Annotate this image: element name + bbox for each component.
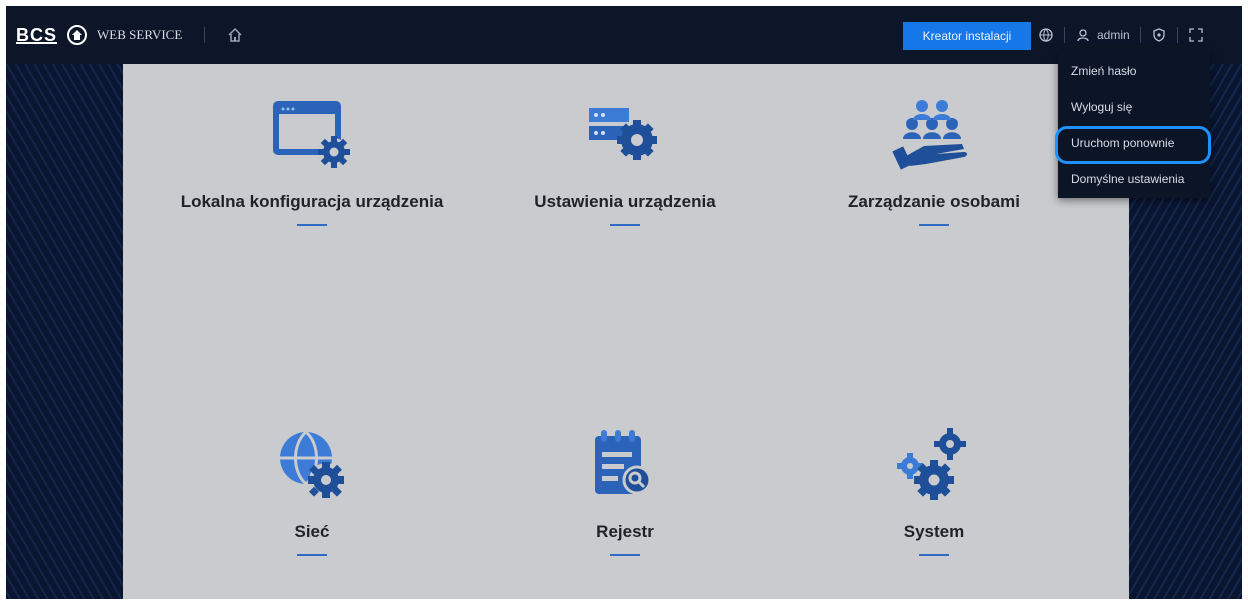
monitor-gear-icon [262, 94, 362, 174]
globe-gear-icon [262, 424, 362, 504]
tile-network[interactable]: Sieć [162, 394, 462, 594]
tile-local-config[interactable]: Lokalna konfiguracja urządzenia [162, 64, 462, 264]
web-service-icon [67, 25, 88, 45]
tile-label: Sieć [294, 522, 330, 541]
tile-underline [610, 224, 640, 226]
background-pattern-left [6, 64, 128, 599]
brand-logo: BCS [16, 24, 58, 45]
fullscreen-icon[interactable] [1188, 27, 1204, 43]
top-bar: BCS WEB SERVICE Kreator instalacji admin [6, 6, 1242, 64]
tile-underline [297, 554, 327, 556]
username: admin [1097, 28, 1130, 42]
tile-label: System [903, 522, 965, 541]
tile-device-settings[interactable]: Ustawienia urządzenia [475, 64, 775, 264]
menu-item-logout[interactable]: Wyloguj się [1058, 92, 1210, 122]
people-hand-icon [884, 94, 984, 174]
shield-icon[interactable] [1151, 27, 1167, 43]
divider [204, 27, 206, 43]
menu-item-default-settings[interactable]: Domyślne ustawienia [1058, 164, 1210, 194]
app-title: WEB SERVICE [97, 27, 183, 42]
installation-wizard-button[interactable]: Kreator instalacji [903, 22, 1031, 50]
tile-underline [610, 554, 640, 556]
main-menu-panel: Lokalna konfiguracja urządzenia Ustawien… [123, 64, 1129, 599]
tile-people-management[interactable]: Zarządzanie osobami [784, 64, 1084, 264]
tile-label: Rejestr [596, 522, 654, 541]
tile-underline [919, 554, 949, 556]
tile-label: Zarządzanie osobami [848, 192, 1020, 211]
user-icon [1075, 27, 1091, 43]
tile-system[interactable]: System [784, 394, 1084, 594]
gears-icon [884, 424, 984, 504]
user-menu-trigger[interactable]: admin [1075, 27, 1130, 43]
user-dropdown-menu: Zmień hasło Wyloguj się Uruchom ponownie… [1058, 50, 1210, 198]
home-icon[interactable] [227, 27, 243, 43]
highlight-annotation [1055, 126, 1211, 164]
log-search-icon [575, 424, 675, 504]
tile-underline [297, 224, 327, 226]
tile-underline [919, 224, 949, 226]
divider [1176, 27, 1178, 43]
globe-icon[interactable] [1038, 27, 1054, 43]
brand: BCS WEB SERVICE [16, 24, 243, 46]
divider [1139, 27, 1141, 43]
tile-label: Lokalna konfiguracja urządzenia [180, 192, 444, 211]
header-tools: admin [1038, 24, 1204, 46]
tile-log[interactable]: Rejestr [475, 394, 775, 594]
tile-label: Ustawienia urządzenia [534, 192, 716, 211]
divider [1064, 27, 1065, 43]
menu-item-change-password[interactable]: Zmień hasło [1058, 56, 1210, 86]
server-gear-icon [575, 94, 675, 174]
app-window: BCS WEB SERVICE Kreator instalacji admin [6, 6, 1242, 599]
